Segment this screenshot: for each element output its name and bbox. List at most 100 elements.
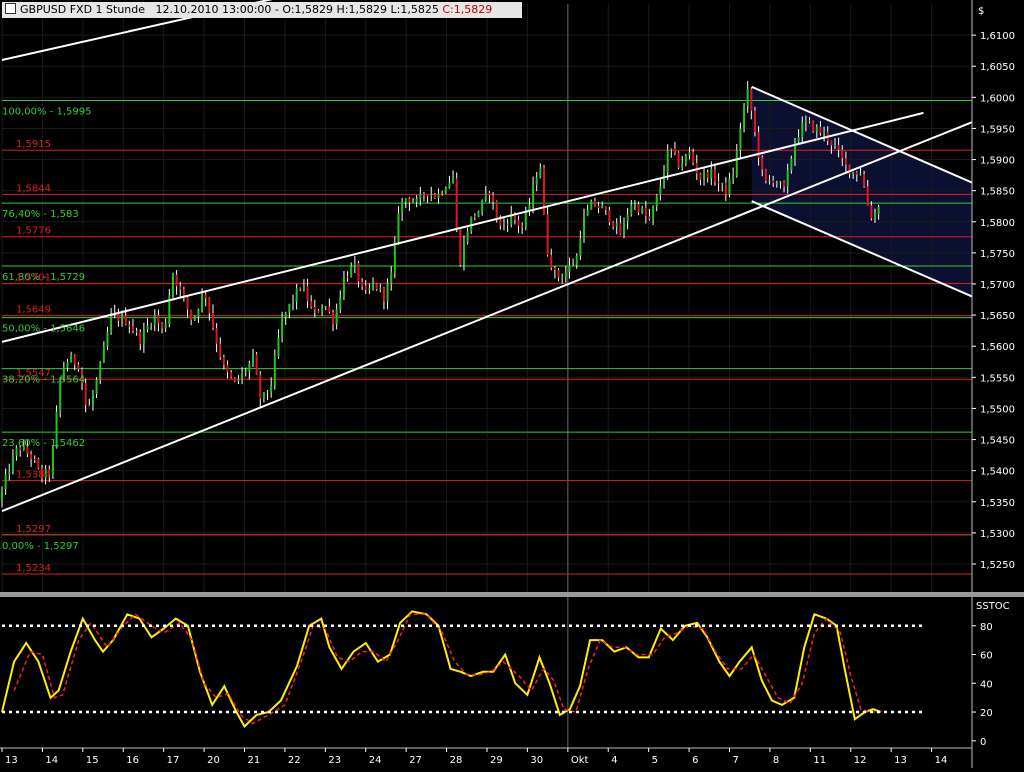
candle-body xyxy=(772,180,775,184)
candle-body xyxy=(786,170,789,187)
price-tick-label: 1,5750 xyxy=(980,249,1015,260)
time-tick-label: 13 xyxy=(5,755,18,766)
candle-body xyxy=(452,178,455,184)
candle-body xyxy=(346,276,349,278)
candle-body xyxy=(473,216,476,218)
candle-body xyxy=(299,288,302,290)
candle-body xyxy=(477,211,480,217)
candle-body xyxy=(201,294,204,310)
candle-body xyxy=(353,262,356,267)
candle-body xyxy=(211,312,214,329)
candle-body xyxy=(222,357,225,365)
stoch-title: SSTOC xyxy=(976,601,1010,612)
time-tick-label: 23 xyxy=(328,755,341,766)
candle-body xyxy=(244,371,247,373)
candle-body xyxy=(332,311,335,325)
candle-body xyxy=(713,169,716,182)
time-tick-label: 7 xyxy=(733,755,739,766)
fib-level-label: 23,60% - 1,5462 xyxy=(2,438,85,449)
candle-body xyxy=(492,195,495,202)
price-tick-label: 1,5550 xyxy=(980,373,1015,384)
candle-body xyxy=(877,206,880,215)
candle-body xyxy=(743,106,746,129)
stoch-tick-label: 20 xyxy=(980,708,993,719)
candle-body xyxy=(106,332,109,347)
candle-body xyxy=(66,362,69,368)
candle-body xyxy=(273,356,276,386)
candle-body xyxy=(746,88,749,107)
candle-body xyxy=(8,471,11,475)
candle-body xyxy=(532,185,535,206)
candle-body xyxy=(139,331,142,345)
time-tick-label: 27 xyxy=(409,755,422,766)
candle-body xyxy=(619,223,622,235)
channel-band-layer xyxy=(0,0,1024,768)
candle-body xyxy=(870,205,873,219)
candle-body xyxy=(462,242,465,265)
datetime-label: 12.10.2010 13:00:00 xyxy=(155,3,272,16)
candle-body xyxy=(415,198,418,202)
candle-body xyxy=(277,337,280,357)
candle-body xyxy=(91,393,94,407)
candle-body xyxy=(728,178,731,195)
candle-body xyxy=(841,149,844,159)
candle-body xyxy=(197,309,200,317)
candle-body xyxy=(546,214,549,256)
candle-body xyxy=(641,207,644,213)
candle-body xyxy=(455,178,458,229)
price-tick-label: 1,5800 xyxy=(980,218,1015,229)
candle-body xyxy=(241,372,244,380)
timeframe-label: 1 Stunde xyxy=(95,3,146,16)
candle-body xyxy=(593,200,596,206)
candle-body xyxy=(663,172,666,187)
candle-body xyxy=(4,474,7,490)
candle-body xyxy=(51,447,54,475)
candle-body xyxy=(670,148,673,151)
candle-body xyxy=(444,187,447,193)
candle-body xyxy=(412,201,415,203)
price-tick-label: 1,5850 xyxy=(980,187,1015,198)
time-tick-label: 15 xyxy=(86,755,99,766)
candle-body xyxy=(281,317,284,338)
time-tick-label: 5 xyxy=(652,755,658,766)
symbol-label: GBPUSD FXD xyxy=(20,3,93,16)
candle-body xyxy=(550,255,553,268)
price-tick-label: 1,5400 xyxy=(980,467,1015,478)
candle-body xyxy=(121,315,124,321)
candle-body xyxy=(466,231,469,243)
time-tick-label: 20 xyxy=(207,755,220,766)
candle-body xyxy=(364,285,367,290)
candle-body xyxy=(153,315,156,326)
chart-window-icon xyxy=(5,3,16,14)
candle-body xyxy=(855,172,858,175)
candle-body xyxy=(251,354,254,364)
candle-body xyxy=(833,144,836,146)
price-tick-label: 1,5900 xyxy=(980,156,1015,167)
candle-body xyxy=(535,177,538,186)
candle-body xyxy=(37,459,40,469)
candle-body xyxy=(866,186,869,206)
candle-body xyxy=(179,286,182,290)
forex-chart[interactable]: 100,00% - 1,599576,40% - 1,58361,80% - 1… xyxy=(0,0,1024,768)
candle-body xyxy=(684,155,687,164)
candle-body xyxy=(706,172,709,179)
ohlc-label: - O:1,5829 H:1,5829 L:1,5825 xyxy=(274,3,439,16)
candle-body xyxy=(597,205,600,209)
chart-info-bar: GBPUSD FXD 1 Stunde 12.10.2010 13:00:00 … xyxy=(2,2,522,18)
candle-body xyxy=(717,181,720,184)
candle-body xyxy=(553,267,556,271)
candle-body xyxy=(637,204,640,213)
fib-level-label: 0,00% - 1,5297 xyxy=(2,541,79,552)
candle-body xyxy=(692,152,695,163)
time-tick-label: 12 xyxy=(854,755,867,766)
chart-background xyxy=(0,0,1024,768)
candle-body xyxy=(233,377,236,381)
candle-body xyxy=(768,180,771,182)
time-tick-label: 13 xyxy=(894,755,907,766)
time-tick-label: 14 xyxy=(935,755,948,766)
candle-body xyxy=(382,287,385,301)
candle-body xyxy=(150,325,153,327)
candle-body xyxy=(161,323,164,329)
candle-body xyxy=(481,200,484,212)
candle-body xyxy=(750,88,753,111)
